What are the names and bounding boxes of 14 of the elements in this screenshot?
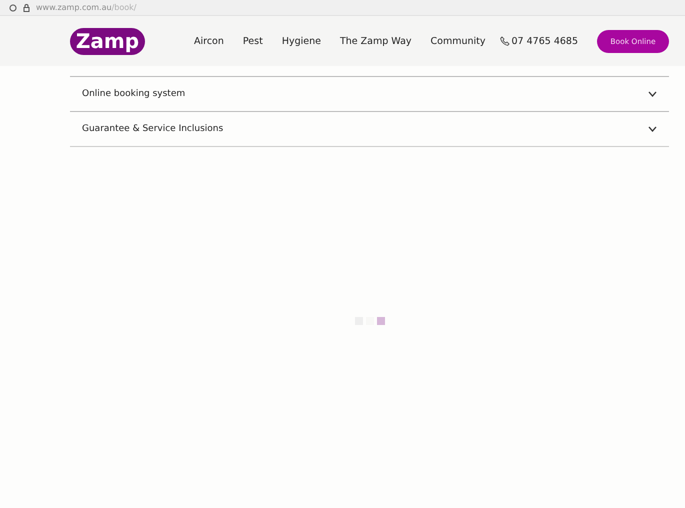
chevron-icon bbox=[648, 126, 657, 132]
accordion-header[interactable]: Guarantee & Service Inclusions bbox=[70, 111, 669, 146]
logo[interactable]: Zamp bbox=[70, 28, 145, 54]
loading-indicator-icon bbox=[354, 317, 384, 325]
nav-link[interactable]: Hygiene bbox=[282, 36, 321, 46]
phone-icon bbox=[500, 36, 510, 46]
nav-link[interactable]: Pest bbox=[242, 36, 263, 46]
phone-link[interactable]: 07 4765 4685 bbox=[500, 36, 578, 46]
nav-link[interactable]: Community bbox=[430, 36, 486, 46]
accordion-header[interactable]: Online booking system bbox=[70, 76, 669, 111]
nav-link[interactable]: The Zamp Way bbox=[340, 36, 412, 46]
lock-icon bbox=[23, 4, 30, 12]
nav-link[interactable]: Aircon bbox=[194, 36, 224, 46]
chevron-icon bbox=[648, 91, 657, 97]
